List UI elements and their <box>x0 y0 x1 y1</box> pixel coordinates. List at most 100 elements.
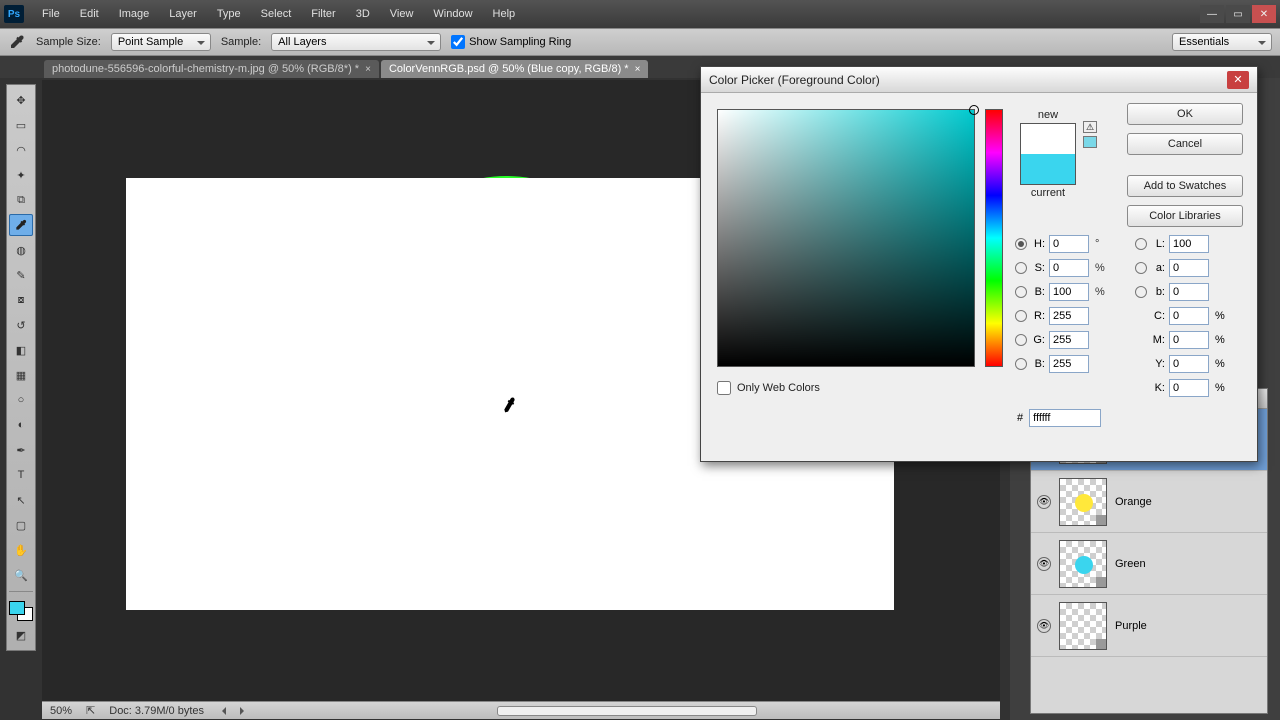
close-icon[interactable]: × <box>365 64 371 75</box>
brush-tool[interactable]: ✎ <box>9 264 33 286</box>
only-web-colors-checkbox[interactable] <box>717 381 731 395</box>
visibility-icon[interactable]: 👁 <box>1037 619 1051 633</box>
stamp-tool[interactable]: ⧇ <box>9 289 33 311</box>
maximize-button[interactable]: ▭ <box>1226 5 1250 23</box>
websafe-warn-icon[interactable] <box>1083 136 1097 148</box>
close-icon[interactable]: × <box>635 64 641 75</box>
lasso-tool[interactable]: ◠ <box>9 139 33 161</box>
menu-filter[interactable]: Filter <box>303 4 343 24</box>
close-button[interactable]: ✕ <box>1252 5 1276 23</box>
dialog-close-button[interactable]: ✕ <box>1227 71 1249 89</box>
path-select-tool[interactable]: ↖ <box>9 489 33 511</box>
color-swatches[interactable] <box>9 601 33 621</box>
s-input[interactable] <box>1049 259 1089 277</box>
l-radio[interactable] <box>1135 238 1147 250</box>
blur-tool[interactable]: ○ <box>9 389 33 411</box>
wand-tool[interactable]: ✦ <box>9 164 33 186</box>
y-input[interactable] <box>1169 355 1209 373</box>
menu-type[interactable]: Type <box>209 4 249 24</box>
hex-input[interactable] <box>1029 409 1101 427</box>
hand-tool[interactable]: ✋ <box>9 539 33 561</box>
add-swatch-button[interactable]: Add to Swatches <box>1127 175 1243 197</box>
sample-select[interactable]: All Layers <box>271 33 441 51</box>
gradient-tool[interactable]: ▦ <box>9 364 33 386</box>
color-compare-swatch[interactable] <box>1020 123 1076 185</box>
k-input[interactable] <box>1169 379 1209 397</box>
c-input[interactable] <box>1169 307 1209 325</box>
text-tool[interactable]: T <box>9 464 33 486</box>
zoom-readout[interactable]: 50% <box>50 705 72 717</box>
layer-name[interactable]: Green <box>1115 558 1261 570</box>
menu-help[interactable]: Help <box>485 4 524 24</box>
arrow-right-icon[interactable] <box>240 707 248 715</box>
pen-tool[interactable]: ✒ <box>9 439 33 461</box>
layer-row[interactable]: 👁 Purple <box>1031 595 1267 657</box>
arrow-left-icon[interactable] <box>218 707 226 715</box>
sampling-ring-input[interactable] <box>451 35 465 49</box>
eraser-tool[interactable]: ◧ <box>9 339 33 361</box>
visibility-icon[interactable]: 👁 <box>1037 557 1051 571</box>
lb-input[interactable] <box>1169 283 1209 301</box>
heal-tool[interactable]: ◍ <box>9 239 33 261</box>
visibility-icon[interactable]: 👁 <box>1037 495 1051 509</box>
menu-window[interactable]: Window <box>425 4 480 24</box>
layer-name[interactable]: Purple <box>1115 620 1261 632</box>
gamut-warn-icon[interactable]: ⚠ <box>1083 121 1097 133</box>
b2-radio[interactable] <box>1015 358 1027 370</box>
saturation-brightness-field[interactable] <box>717 109 975 367</box>
lb-radio[interactable] <box>1135 286 1147 298</box>
horizontal-scrollbar[interactable] <box>262 706 992 716</box>
sampling-ring-checkbox[interactable]: Show Sampling Ring <box>451 35 571 49</box>
g-radio[interactable] <box>1015 334 1027 346</box>
quickmask-tool[interactable]: ◩ <box>9 624 33 646</box>
menu-edit[interactable]: Edit <box>72 4 107 24</box>
crop-tool[interactable]: ⧉ <box>9 189 33 211</box>
menu-view[interactable]: View <box>382 4 422 24</box>
r-radio[interactable] <box>1015 310 1027 322</box>
sample-size-select[interactable]: Point Sample <box>111 33 211 51</box>
menu-3d[interactable]: 3D <box>348 4 378 24</box>
l-input[interactable] <box>1169 235 1209 253</box>
cancel-button[interactable]: Cancel <box>1127 133 1243 155</box>
m-input[interactable] <box>1169 331 1209 349</box>
a-radio[interactable] <box>1135 262 1147 274</box>
color-libraries-button[interactable]: Color Libraries <box>1127 205 1243 227</box>
b-input[interactable] <box>1049 355 1089 373</box>
minimize-button[interactable]: — <box>1200 5 1224 23</box>
layer-row[interactable]: 👁 Green <box>1031 533 1267 595</box>
menu-file[interactable]: File <box>34 4 68 24</box>
layer-thumb[interactable] <box>1059 478 1107 526</box>
export-icon[interactable]: ⇱ <box>86 704 95 717</box>
history-brush-tool[interactable]: ↺ <box>9 314 33 336</box>
foreground-swatch[interactable] <box>9 601 25 615</box>
br-input[interactable] <box>1049 283 1089 301</box>
only-web-colors[interactable]: Only Web Colors <box>717 381 820 395</box>
h-radio[interactable] <box>1015 238 1027 250</box>
layer-thumb[interactable] <box>1059 540 1107 588</box>
ok-button[interactable]: OK <box>1127 103 1243 125</box>
sampling-ring-label: Show Sampling Ring <box>469 36 571 48</box>
s-radio[interactable] <box>1015 262 1027 274</box>
g-input[interactable] <box>1049 331 1089 349</box>
marquee-tool[interactable]: ▭ <box>9 114 33 136</box>
workspace-select[interactable]: Essentials <box>1172 33 1272 51</box>
dodge-tool[interactable]: ◐ <box>9 414 33 436</box>
menu-select[interactable]: Select <box>253 4 300 24</box>
menu-image[interactable]: Image <box>111 4 158 24</box>
layer-row[interactable]: 👁 Orange <box>1031 471 1267 533</box>
a-input[interactable] <box>1169 259 1209 277</box>
eyedropper-tool[interactable] <box>9 214 33 236</box>
r-input[interactable] <box>1049 307 1089 325</box>
doc-tab-1[interactable]: photodune-556596-colorful-chemistry-m.jp… <box>44 60 379 78</box>
zoom-tool[interactable]: 🔍 <box>9 564 33 586</box>
dialog-titlebar[interactable]: Color Picker (Foreground Color) ✕ <box>701 67 1257 93</box>
b-radio[interactable] <box>1015 286 1027 298</box>
doc-tab-2[interactable]: ColorVennRGB.psd @ 50% (Blue copy, RGB/8… <box>381 60 648 78</box>
layer-name[interactable]: Orange <box>1115 496 1261 508</box>
shape-tool[interactable]: ▢ <box>9 514 33 536</box>
hue-slider[interactable] <box>985 109 1003 367</box>
layer-thumb[interactable] <box>1059 602 1107 650</box>
h-input[interactable] <box>1049 235 1089 253</box>
move-tool[interactable]: ✥ <box>9 89 33 111</box>
menu-layer[interactable]: Layer <box>161 4 205 24</box>
